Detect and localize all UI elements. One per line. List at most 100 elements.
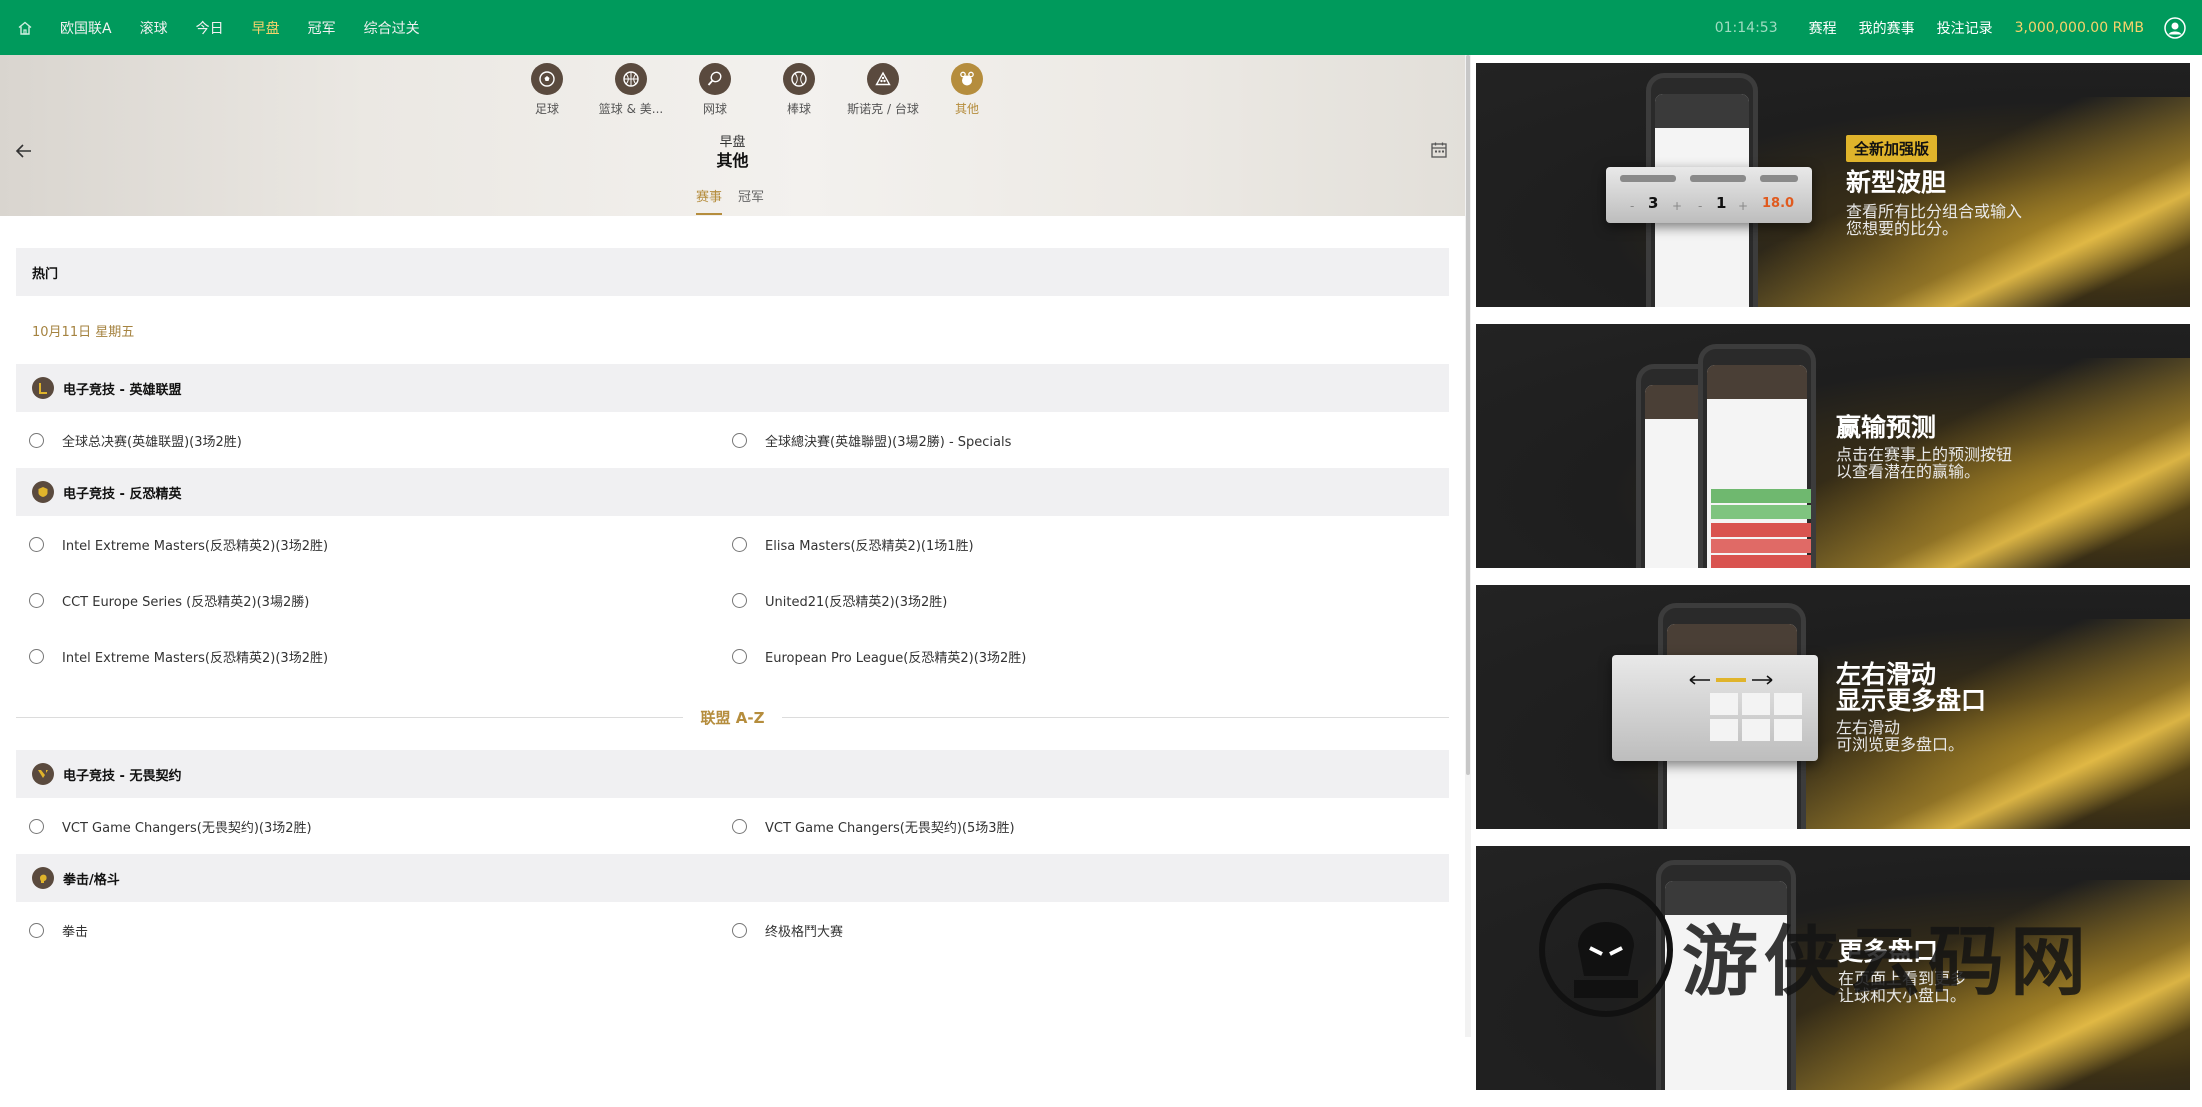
nav-item-outright[interactable]: 冠军 bbox=[308, 18, 336, 38]
sport-tennis[interactable]: 网球 bbox=[673, 63, 757, 117]
nav-item-parlay[interactable]: 综合过关 bbox=[364, 18, 420, 38]
competition-name: 拳击 bbox=[62, 924, 89, 940]
score-a: 3 bbox=[1648, 194, 1659, 212]
competition-row: Intel Extreme Masters(反恐精英2)(3场2胜) Europ… bbox=[16, 628, 1449, 684]
sport-header: 足球 篮球 & 美... 网球 棒球 斯诺克 / 台球 其他 早盘 其他 赛事 … bbox=[0, 55, 1465, 216]
promo-desc-line-1: 查看所有比分组合或输入 bbox=[1846, 202, 2023, 221]
promo-banner-correct-score[interactable]: - + - + 3 1 18.0 全新加强版 新型波胆 查看所有比分组合或输入 … bbox=[1476, 63, 2190, 307]
az-label: 联盟 A-Z bbox=[700, 708, 765, 727]
nav-item-today[interactable]: 今日 bbox=[196, 18, 224, 38]
promo-banner-swipe[interactable]: 左右滑动 显示更多盘口 左右滑动 可浏览更多盘口。 bbox=[1476, 585, 2190, 829]
divider-line bbox=[16, 716, 683, 718]
az-divider: 联盟 A-Z bbox=[16, 684, 1449, 750]
scrollbar-thumb[interactable] bbox=[1466, 55, 1470, 775]
main-panel: 足球 篮球 & 美... 网球 棒球 斯诺克 / 台球 其他 早盘 其他 赛事 … bbox=[0, 55, 1465, 1037]
competition-item[interactable]: 终极格鬥大赛 bbox=[732, 921, 1448, 940]
competition-name: VCT Game Changers(无畏契约)(5场3胜) bbox=[765, 820, 1015, 836]
sport-label: 篮球 & 美... bbox=[598, 102, 664, 116]
competition-item[interactable]: European Pro League(反恐精英2)(3场2胜) bbox=[732, 647, 1448, 666]
home-icon[interactable] bbox=[16, 19, 34, 37]
competition-item[interactable]: Elisa Masters(反恐精英2)(1场1胜) bbox=[732, 535, 1448, 554]
radio-button[interactable] bbox=[29, 432, 44, 448]
league-header[interactable]: 电子竞技 - 反恐精英 bbox=[16, 468, 1449, 516]
snooker-icon bbox=[867, 63, 899, 95]
tennis-icon bbox=[699, 63, 731, 95]
sport-other[interactable]: 其他 bbox=[925, 63, 1009, 117]
radio-button[interactable] bbox=[29, 648, 44, 664]
tab-events[interactable]: 赛事 bbox=[696, 186, 723, 215]
top-nav-right: 01:14:53 赛程 我的赛事 投注记录 3,000,000.00 RMB bbox=[1714, 16, 2202, 39]
competition-name: 终极格鬥大赛 bbox=[765, 924, 844, 940]
clock: 01:14:53 bbox=[1714, 19, 1778, 36]
sport-label: 其他 bbox=[954, 102, 979, 116]
score-card: - + - + bbox=[1606, 167, 1812, 223]
sport-basketball[interactable]: 篮球 & 美... bbox=[589, 63, 673, 117]
user-icon[interactable] bbox=[2164, 16, 2186, 39]
score-b: 1 bbox=[1716, 194, 1727, 212]
competition-item[interactable]: 拳击 bbox=[16, 921, 732, 940]
nav-item-early[interactable]: 早盘 bbox=[252, 18, 280, 38]
sport-soccer[interactable]: 足球 bbox=[505, 63, 589, 117]
promo-banner-win-loss[interactable]: 赢输预测 点击在赛事上的预测按钮 以查看潜在的赢输。 bbox=[1476, 324, 2190, 568]
league-name: 电子竞技 - 反恐精英 bbox=[63, 486, 182, 502]
promo-desc-line-1: 点击在赛事上的预测按钮 bbox=[1836, 445, 2013, 464]
nav-item-live[interactable]: 滚球 bbox=[140, 18, 168, 38]
competition-row: CCT Europe Series (反恐精英2)(3場2勝) United21… bbox=[16, 572, 1449, 628]
competition-item[interactable]: CCT Europe Series (反恐精英2)(3場2勝) bbox=[16, 591, 732, 610]
my-events-link[interactable]: 我的赛事 bbox=[1859, 18, 1915, 38]
competition-item[interactable]: 全球总决赛(英雄联盟)(3场2胜) bbox=[16, 431, 732, 450]
radio-button[interactable] bbox=[732, 592, 747, 608]
new-badge: 全新加强版 bbox=[1846, 135, 1938, 162]
hot-section-title: 热门 bbox=[32, 266, 59, 282]
promo-desc-line-1: 左右滑动 bbox=[1836, 718, 1901, 737]
svg-text:-: - bbox=[1630, 199, 1634, 213]
sport-label: 足球 bbox=[534, 102, 559, 116]
sport-baseball[interactable]: 棒球 bbox=[757, 63, 841, 117]
score-odds: 18.0 bbox=[1762, 196, 1795, 211]
competition-item[interactable]: United21(反恐精英2)(3场2胜) bbox=[732, 591, 1448, 610]
sport-snooker[interactable]: 斯诺克 / 台球 bbox=[841, 63, 925, 117]
phone-mockup bbox=[1698, 344, 1816, 568]
competition-name: Elisa Masters(反恐精英2)(1场1胜) bbox=[765, 538, 974, 554]
sport-label: 网球 bbox=[702, 102, 727, 116]
date-label: 10月11日 星期五 bbox=[32, 324, 135, 340]
league-header[interactable]: 电子竞技 - 英雄联盟 bbox=[16, 364, 1449, 412]
page-title: 其他 bbox=[716, 151, 749, 170]
competition-item[interactable]: VCT Game Changers(无畏契约)(5场3胜) bbox=[732, 817, 1448, 836]
bet-history-link[interactable]: 投注记录 bbox=[1937, 18, 1993, 38]
radio-button[interactable] bbox=[29, 818, 44, 834]
event-tabs: 赛事 冠军 bbox=[696, 186, 780, 215]
radio-button[interactable] bbox=[732, 648, 747, 664]
league-header[interactable]: 电子竞技 - 无畏契约 bbox=[16, 750, 1449, 798]
promo-desc-line-2: 可浏览更多盘口。 bbox=[1836, 735, 1965, 754]
competition-item[interactable]: Intel Extreme Masters(反恐精英2)(3场2胜) bbox=[16, 647, 732, 666]
competition-item[interactable]: VCT Game Changers(无畏契约)(3场2胜) bbox=[16, 817, 732, 836]
competition-name: Intel Extreme Masters(反恐精英2)(3场2胜) bbox=[62, 538, 329, 554]
radio-button[interactable] bbox=[732, 536, 747, 552]
promo-title: 新型波胆 bbox=[1846, 168, 1947, 197]
promo-desc-line-2: 您想要的比分。 bbox=[1846, 219, 1959, 238]
competition-name: VCT Game Changers(无畏契约)(3场2胜) bbox=[62, 820, 312, 836]
radio-button[interactable] bbox=[732, 432, 747, 448]
promo-desc-line-2: 以查看潜在的赢输。 bbox=[1836, 462, 1981, 481]
nav-item-nations-league[interactable]: 欧国联A bbox=[60, 18, 112, 38]
watermark-logo bbox=[1536, 880, 1676, 1020]
league-name: 电子竞技 - 英雄联盟 bbox=[63, 382, 182, 398]
tab-outrights[interactable]: 冠军 bbox=[738, 186, 764, 215]
radio-button[interactable] bbox=[732, 818, 747, 834]
counter-strike-icon bbox=[32, 481, 54, 503]
boxing-glove-icon bbox=[32, 867, 54, 889]
competition-item[interactable]: Intel Extreme Masters(反恐精英2)(3场2胜) bbox=[16, 535, 732, 554]
radio-button[interactable] bbox=[29, 536, 44, 552]
sport-selector: 足球 篮球 & 美... 网球 棒球 斯诺克 / 台球 其他 bbox=[505, 63, 1009, 117]
radio-button[interactable] bbox=[29, 592, 44, 608]
scrollbar[interactable] bbox=[1465, 55, 1471, 1037]
competition-item[interactable]: 全球總決賽(英雄聯盟)(3場2勝) - Specials bbox=[732, 431, 1448, 450]
radio-button[interactable] bbox=[29, 922, 44, 938]
league-header[interactable]: 拳击/格斗 bbox=[16, 854, 1449, 902]
radio-button[interactable] bbox=[732, 922, 747, 938]
baseball-icon bbox=[783, 63, 815, 95]
schedule-link[interactable]: 赛程 bbox=[1809, 18, 1837, 38]
competition-row: Intel Extreme Masters(反恐精英2)(3场2胜) Elisa… bbox=[16, 516, 1449, 572]
competition-row: 全球总决赛(英雄联盟)(3场2胜) 全球總決賽(英雄聯盟)(3場2勝) - Sp… bbox=[16, 412, 1449, 468]
